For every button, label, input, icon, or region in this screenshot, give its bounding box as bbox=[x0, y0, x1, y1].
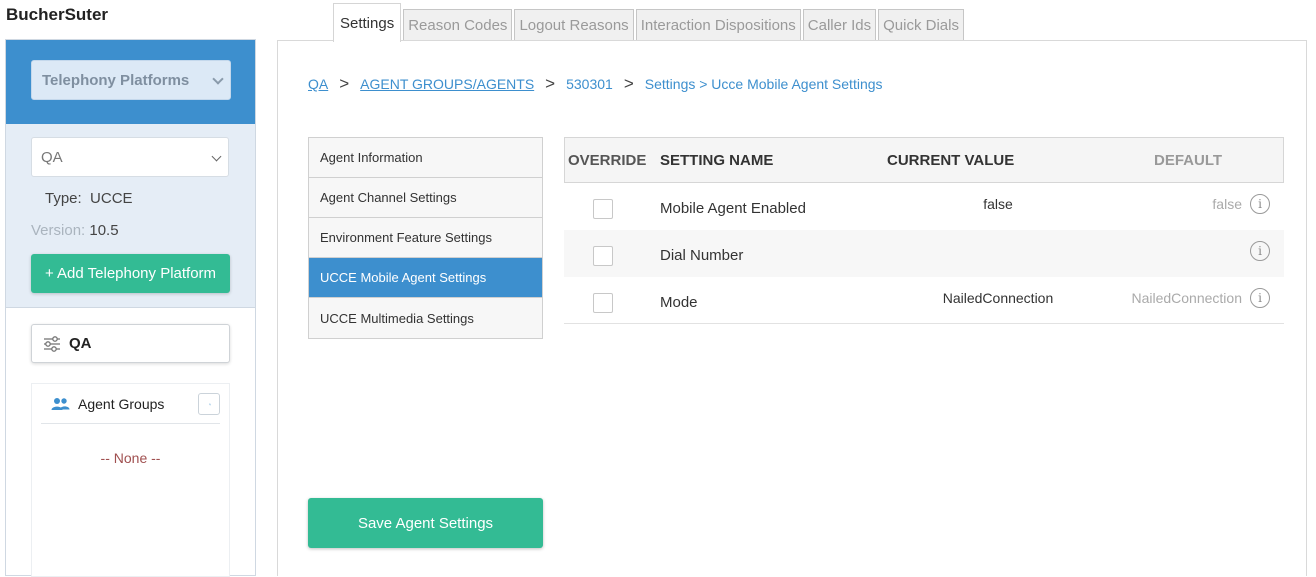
tab-quick-dials[interactable]: Quick Dials bbox=[878, 9, 964, 41]
tab-reason-codes[interactable]: Reason Codes bbox=[403, 9, 513, 41]
default-value: false bbox=[1212, 196, 1242, 212]
platform-instance-select[interactable]: QA bbox=[31, 137, 229, 177]
platform-type-select[interactable]: Telephony Platforms bbox=[31, 60, 231, 100]
search-agent-groups-button[interactable] bbox=[198, 393, 220, 415]
table-row: Mode NailedConnection NailedConnection i bbox=[564, 277, 1284, 324]
chevron-down-icon bbox=[211, 151, 222, 162]
info-icon[interactable]: i bbox=[1250, 288, 1270, 308]
breadcrumb: QA > AGENT GROUPS/AGENTS > 530301 > Sett… bbox=[308, 74, 883, 94]
top-tabs: Settings Reason Codes Logout Reasons Int… bbox=[333, 1, 966, 42]
breadcrumb-separator: > bbox=[339, 74, 350, 93]
current-value: false bbox=[983, 196, 1013, 212]
brand-title: BucherSuter bbox=[6, 5, 109, 24]
column-header-default: DEFAULT bbox=[1154, 152, 1223, 169]
current-value: NailedConnection bbox=[942, 290, 1054, 306]
tab-settings[interactable]: Settings bbox=[333, 3, 402, 42]
agent-groups-panel: Agent Groups -- None -- bbox=[31, 383, 230, 577]
column-header-current-value: CURRENT VALUE bbox=[887, 152, 1015, 169]
agent-groups-title: Agent Groups bbox=[78, 395, 165, 412]
breadcrumb-qa-link[interactable]: QA bbox=[308, 76, 328, 92]
nav-item-agent-information[interactable]: Agent Information bbox=[309, 138, 542, 178]
info-icon[interactable]: i bbox=[1250, 241, 1270, 261]
default-value: NailedConnection bbox=[1131, 290, 1242, 306]
save-agent-settings-button[interactable]: Save Agent Settings bbox=[308, 498, 543, 548]
breadcrumb-separator: > bbox=[545, 74, 556, 93]
type-label: Type: bbox=[45, 190, 82, 207]
breadcrumb-agent-groups-link[interactable]: AGENT GROUPS/AGENTS bbox=[360, 76, 534, 92]
column-header-override: OVERRIDE bbox=[568, 152, 647, 169]
setting-name: Mode bbox=[660, 294, 698, 311]
platform-type-value: Telephony Platforms bbox=[42, 71, 190, 89]
info-icon[interactable]: i bbox=[1250, 194, 1270, 214]
tab-caller-ids[interactable]: Caller Ids bbox=[802, 9, 877, 41]
override-checkbox[interactable] bbox=[593, 293, 613, 313]
table-header: OVERRIDE SETTING NAME CURRENT VALUE DEFA… bbox=[564, 137, 1284, 183]
type-value: UCCE bbox=[90, 190, 133, 207]
nav-item-ucce-mobile-agent-settings[interactable]: UCCE Mobile Agent Settings bbox=[309, 258, 542, 298]
platform-type-row: Type: UCCE bbox=[45, 190, 133, 207]
platform-info-panel: QA Type: UCCE Version: 10.5 + Add Teleph… bbox=[6, 124, 255, 308]
breadcrumb-agent-id: 530301 bbox=[566, 76, 613, 92]
filter-chip-label: QA bbox=[69, 335, 92, 352]
version-label: Version: bbox=[31, 222, 86, 239]
users-icon bbox=[51, 397, 70, 410]
version-value: 10.5 bbox=[89, 222, 119, 239]
nav-item-environment-feature-settings[interactable]: Environment Feature Settings bbox=[309, 218, 542, 258]
search-icon bbox=[209, 403, 211, 405]
settings-table: OVERRIDE SETTING NAME CURRENT VALUE DEFA… bbox=[564, 137, 1284, 324]
breadcrumb-separator: > bbox=[623, 74, 634, 93]
sidebar-header: Telephony Platforms bbox=[6, 40, 255, 124]
setting-name: Mobile Agent Enabled bbox=[660, 200, 806, 217]
agent-groups-empty: -- None -- bbox=[100, 450, 161, 466]
add-telephony-platform-button[interactable]: + Add Telephony Platform bbox=[31, 254, 230, 293]
nav-item-agent-channel-settings[interactable]: Agent Channel Settings bbox=[309, 178, 542, 218]
platform-version-row: Version: 10.5 bbox=[31, 222, 119, 239]
table-row: Mobile Agent Enabled false false i bbox=[564, 183, 1284, 230]
agent-groups-header: Agent Groups bbox=[41, 384, 220, 424]
breadcrumb-current: Settings > Ucce Mobile Agent Settings bbox=[644, 76, 883, 92]
override-checkbox[interactable] bbox=[593, 246, 613, 266]
tab-interaction-dispositions[interactable]: Interaction Dispositions bbox=[635, 9, 801, 41]
override-checkbox[interactable] bbox=[593, 199, 613, 219]
tab-logout-reasons[interactable]: Logout Reasons bbox=[514, 9, 634, 41]
nav-item-ucce-multimedia-settings[interactable]: UCCE Multimedia Settings bbox=[309, 298, 542, 338]
filter-chip[interactable]: QA bbox=[31, 324, 230, 363]
column-header-setting-name: SETTING NAME bbox=[660, 152, 774, 169]
setting-name: Dial Number bbox=[660, 247, 744, 264]
chevron-down-icon bbox=[212, 73, 224, 85]
platform-instance-value: QA bbox=[41, 148, 63, 166]
settings-panel: QA > AGENT GROUPS/AGENTS > 530301 > Sett… bbox=[277, 40, 1307, 576]
sliders-icon bbox=[44, 335, 60, 352]
sidebar: Telephony Platforms QA Type: UCCE Versio… bbox=[5, 39, 256, 577]
settings-nav: Agent Information Agent Channel Settings… bbox=[308, 137, 543, 339]
table-row: Dial Number i bbox=[564, 230, 1284, 277]
